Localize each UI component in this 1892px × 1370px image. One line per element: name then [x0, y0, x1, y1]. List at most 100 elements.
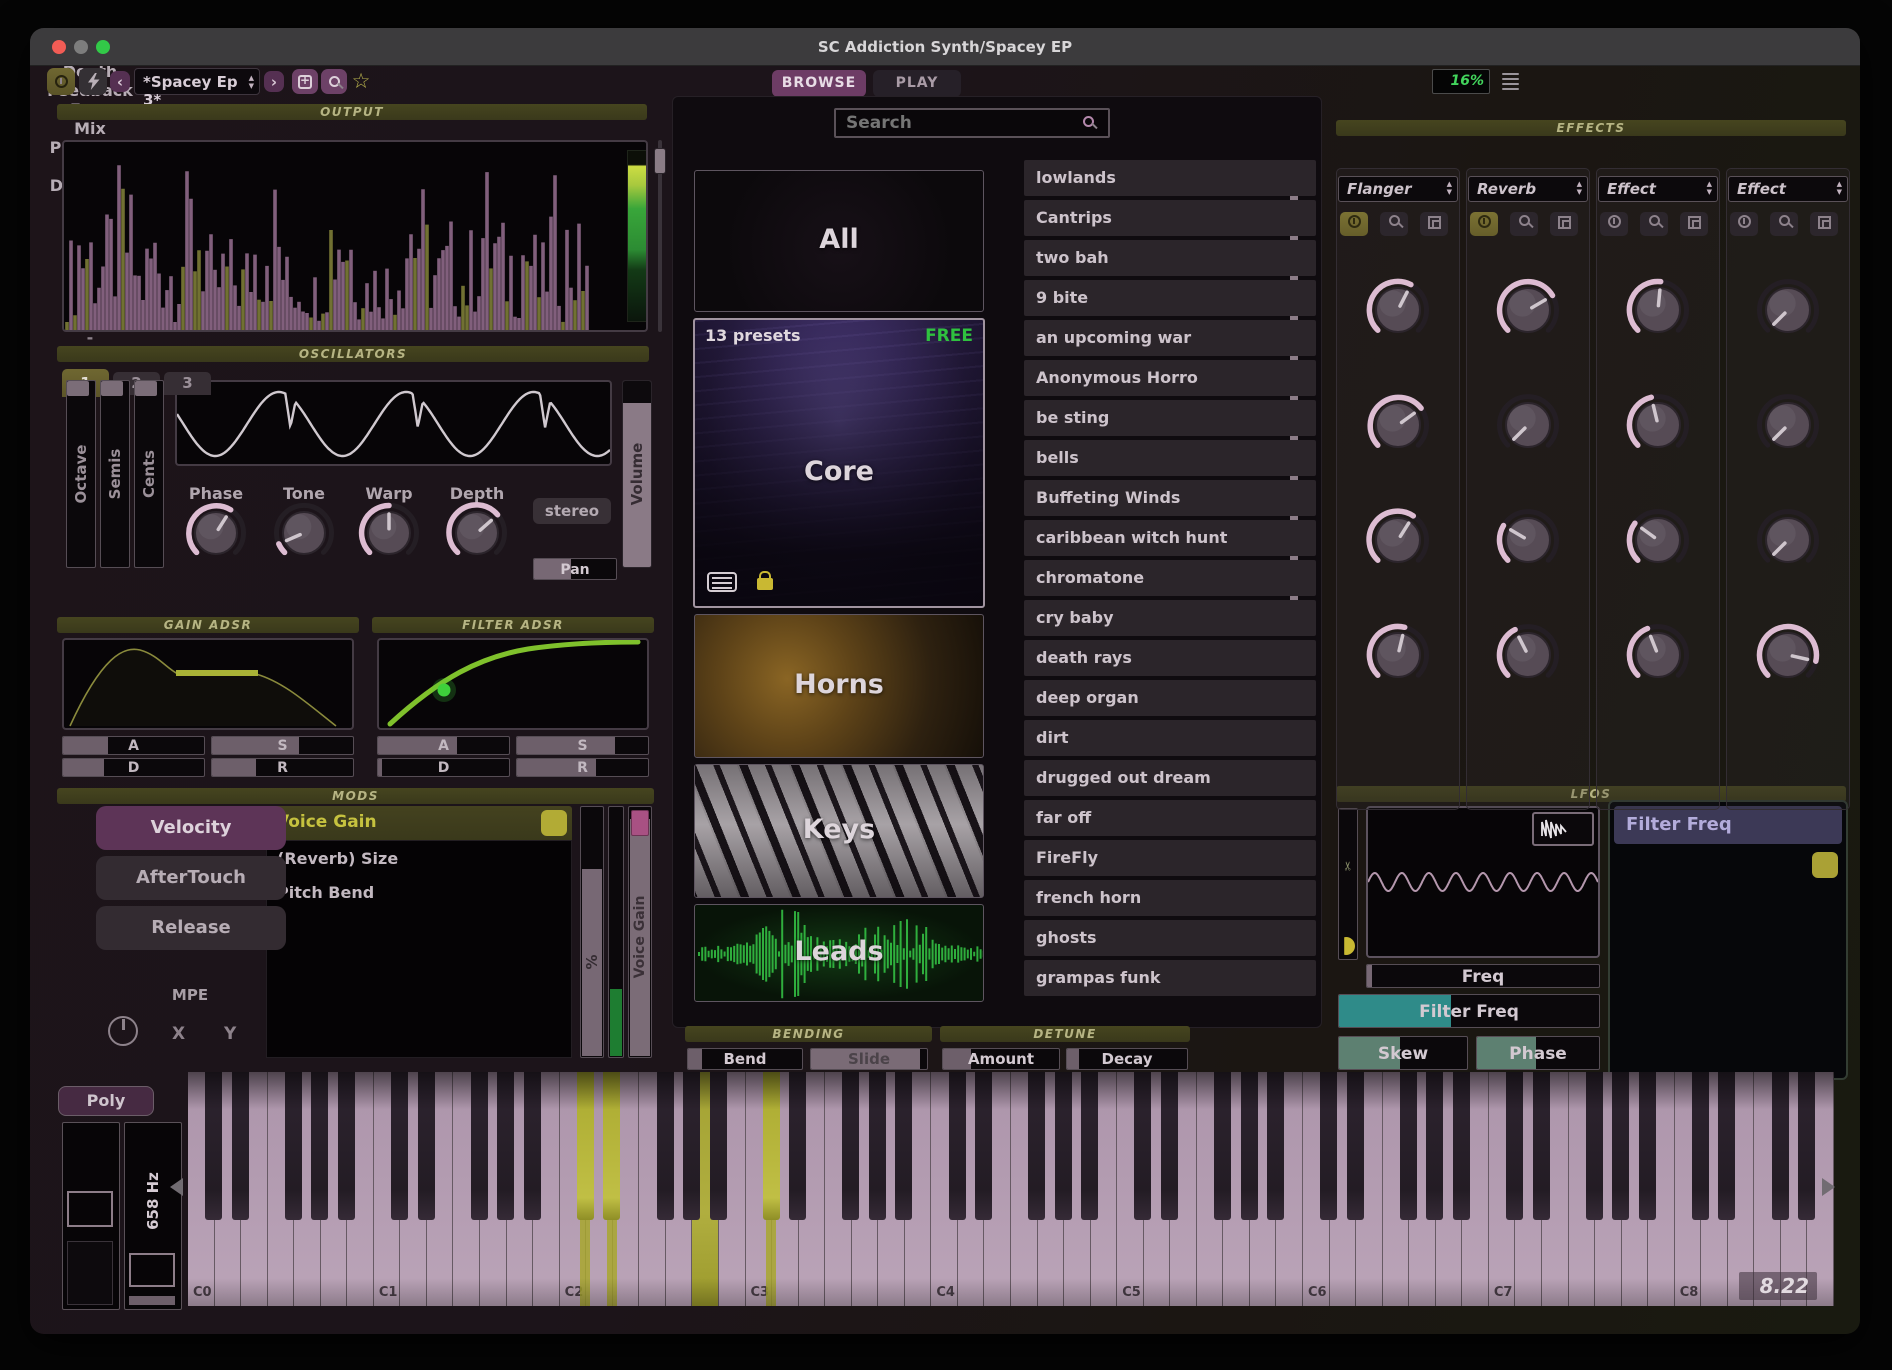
preset-item[interactable]: be sting: [1024, 400, 1316, 436]
effect-zoom-button[interactable]: [1380, 212, 1408, 236]
effect-zoom-button[interactable]: [1770, 212, 1798, 236]
black-key[interactable]: [285, 1072, 302, 1220]
mod-slot-item[interactable]: Pitch Bend: [277, 883, 374, 902]
preset-item[interactable]: lowlands: [1024, 160, 1316, 196]
black-key[interactable]: [895, 1072, 912, 1220]
output-volume-slider[interactable]: [654, 140, 666, 332]
lfo-amount-thumb[interactable]: [1338, 937, 1355, 955]
preset-name-box[interactable]: *Spacey Ep 3* ▲▼: [134, 68, 260, 95]
black-key[interactable]: [391, 1072, 408, 1220]
preset-item[interactable]: Cantrips: [1024, 200, 1316, 236]
mpe-bolt-button[interactable]: [79, 68, 107, 95]
gain-adsr-slider-r[interactable]: R: [211, 758, 354, 777]
lfo-skew-slider[interactable]: Skew: [1338, 1036, 1468, 1070]
mod-slot-header[interactable]: Voice Gain: [266, 806, 572, 840]
preset-item[interactable]: grampas funk: [1024, 960, 1316, 996]
preset-item[interactable]: caribbean witch hunt: [1024, 520, 1316, 556]
filter-adsr-slider-d[interactable]: D: [377, 758, 510, 777]
effect-knob-slot4-4[interactable]: [1756, 623, 1820, 687]
mods-button-velocity[interactable]: Velocity: [96, 806, 286, 850]
keyboard-scroll-right[interactable]: [1822, 1178, 1835, 1196]
black-key[interactable]: [1055, 1072, 1072, 1220]
preset-item[interactable]: cry baby: [1024, 600, 1316, 636]
master-power-button[interactable]: [47, 68, 75, 95]
effect-knob-slot3-2[interactable]: [1626, 393, 1690, 457]
wheel-handle[interactable]: [129, 1253, 175, 1287]
black-key[interactable]: [1267, 1072, 1284, 1220]
black-key[interactable]: [763, 1072, 780, 1220]
preset-item[interactable]: chromatone: [1024, 560, 1316, 596]
slider-thumb[interactable]: [631, 810, 649, 836]
effect-knob-slot3-3[interactable]: [1626, 508, 1690, 572]
black-key[interactable]: [603, 1072, 620, 1220]
black-key[interactable]: [1586, 1072, 1603, 1220]
effect-routing-button[interactable]: [1550, 212, 1578, 236]
preset-item[interactable]: two bah: [1024, 240, 1316, 276]
effect-power-button[interactable]: [1340, 212, 1368, 236]
effect-knob-size[interactable]: [1496, 508, 1560, 572]
filter-envelope-display[interactable]: [377, 638, 649, 730]
bending-slider-bend[interactable]: Bend: [687, 1048, 803, 1070]
black-key[interactable]: [1214, 1072, 1231, 1220]
mod-slot-add-button[interactable]: [541, 810, 567, 836]
osc-knob-warp[interactable]: [358, 502, 420, 564]
slider-handle[interactable]: [67, 381, 89, 396]
gain-adsr-slider-d[interactable]: D: [62, 758, 205, 777]
effect-routing-button[interactable]: [1680, 212, 1708, 236]
black-key[interactable]: [524, 1072, 541, 1220]
effect-knob-damping[interactable]: [1496, 623, 1560, 687]
black-key[interactable]: [1453, 1072, 1470, 1220]
preset-stepper-icon[interactable]: ▲▼: [249, 74, 254, 90]
effect-knob-slot3-1[interactable]: [1626, 278, 1690, 342]
preset-item[interactable]: deep organ: [1024, 680, 1316, 716]
mpe-y-button[interactable]: Y: [224, 1024, 236, 1044]
prev-preset-button[interactable]: ‹: [110, 71, 130, 92]
pitch-slider-semis[interactable]: Semis: [100, 380, 130, 568]
osc-knob-tone[interactable]: [273, 502, 335, 564]
poly-button[interactable]: Poly: [58, 1086, 154, 1116]
black-key[interactable]: [1028, 1072, 1045, 1220]
category-card-horns[interactable]: Horns: [694, 614, 984, 758]
osc-knob-depth[interactable]: [446, 502, 508, 564]
pan-slider[interactable]: Pan: [533, 558, 617, 580]
black-key[interactable]: [975, 1072, 992, 1220]
black-key[interactable]: [789, 1072, 806, 1220]
preset-item[interactable]: drugged out dream: [1024, 760, 1316, 796]
black-key[interactable]: [1639, 1072, 1656, 1220]
black-key[interactable]: [311, 1072, 328, 1220]
gain-envelope-display[interactable]: [62, 638, 354, 730]
black-key[interactable]: [1161, 1072, 1178, 1220]
oscillator-tab-3[interactable]: 3: [164, 372, 211, 395]
pitch-wheel[interactable]: [62, 1122, 120, 1310]
filter-adsr-slider-r[interactable]: R: [516, 758, 649, 777]
preset-item[interactable]: Anonymous Horro: [1024, 360, 1316, 396]
voice-gain-slider[interactable]: Voice Gain: [628, 806, 652, 1058]
piano-keyboard[interactable]: C0C1C2C3C4C5C6C7C8: [188, 1072, 1834, 1306]
preset-list-icon[interactable]: [707, 572, 737, 592]
save-preset-button[interactable]: +: [292, 69, 318, 94]
effect-routing-button[interactable]: [1810, 212, 1838, 236]
effect-type-dropdown[interactable]: Flanger▲▼: [1338, 176, 1458, 202]
black-key[interactable]: [1533, 1072, 1550, 1220]
effect-knob-slot4-3[interactable]: [1756, 508, 1820, 572]
black-key[interactable]: [577, 1072, 594, 1220]
effect-type-dropdown[interactable]: Reverb▲▼: [1468, 176, 1588, 202]
effect-knob-slot4-2[interactable]: [1756, 393, 1820, 457]
black-key[interactable]: [869, 1072, 886, 1220]
next-preset-button[interactable]: ›: [264, 71, 284, 92]
oscillator-wave-display[interactable]: [175, 380, 612, 466]
mod-slot-item[interactable]: (Reverb) Size: [277, 849, 398, 868]
effect-knob-feedback[interactable]: [1366, 508, 1430, 572]
slider-handle[interactable]: [101, 381, 123, 396]
preset-item[interactable]: ghosts: [1024, 920, 1316, 956]
effect-knob-slot3-4[interactable]: [1626, 623, 1690, 687]
detune-slider-decay[interactable]: Decay: [1066, 1048, 1188, 1070]
slider-handle[interactable]: [135, 381, 157, 396]
black-key[interactable]: [471, 1072, 488, 1220]
effect-knob-predelay[interactable]: [1496, 393, 1560, 457]
black-key[interactable]: [683, 1072, 700, 1220]
black-key[interactable]: [1241, 1072, 1258, 1220]
pitch-slider-octave[interactable]: Octave: [66, 380, 96, 568]
filter-adsr-slider-a[interactable]: A: [377, 736, 510, 755]
effect-routing-button[interactable]: [1420, 212, 1448, 236]
